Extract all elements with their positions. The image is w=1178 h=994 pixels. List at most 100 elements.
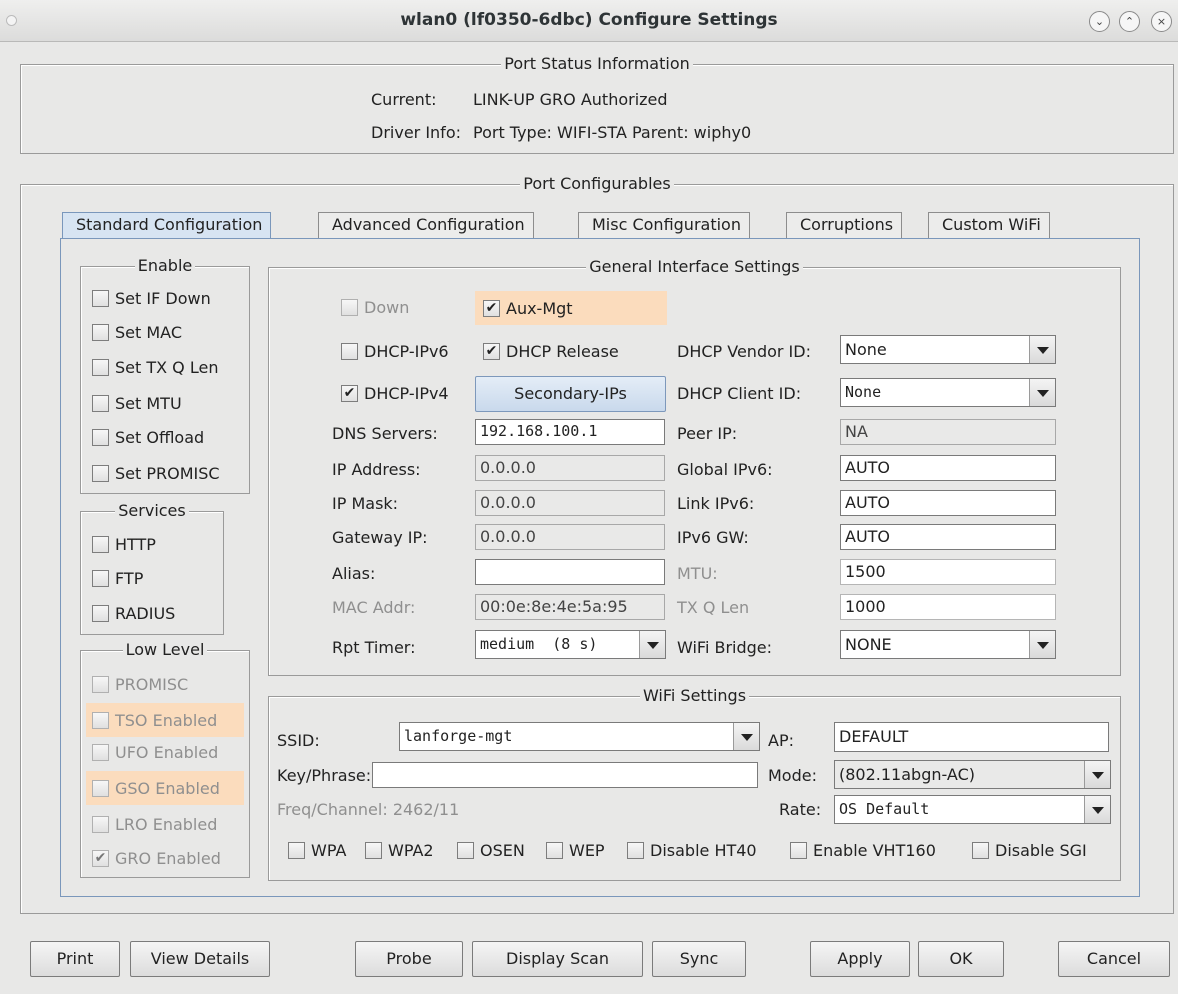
chevron-down-icon[interactable] [1084, 796, 1110, 823]
chevron-down-icon[interactable] [1029, 336, 1055, 363]
enable-vht160-checkbox[interactable]: Enable VHT160 [790, 841, 936, 860]
key-phrase-field[interactable] [372, 762, 758, 788]
wep-checkbox[interactable]: WEP [546, 841, 605, 860]
ssid-select[interactable]: lanforge-mgt [399, 722, 760, 751]
checkbox-box[interactable] [627, 842, 644, 859]
alias-field[interactable] [475, 559, 665, 585]
tab-custom-wifi[interactable]: Custom WiFi [928, 212, 1050, 239]
ssid-value: lanforge-mgt [404, 727, 513, 745]
title-bar[interactable]: wlan0 (lf0350-6dbc) Configure Settings ⌄… [0, 0, 1178, 42]
apply-button[interactable]: Apply [810, 941, 910, 977]
chevron-down-icon[interactable] [733, 723, 759, 750]
checkbox-box[interactable] [92, 429, 109, 446]
checkbox-label: GSO Enabled [115, 778, 220, 798]
set-mtu-checkbox[interactable]: Set MTU [92, 394, 182, 413]
rate-label: Rate: [779, 800, 822, 819]
secondary-ips-button[interactable]: Secondary-IPs [475, 376, 666, 412]
wpa2-checkbox[interactable]: WPA2 [365, 841, 434, 860]
checkbox-label: Set MTU [115, 394, 182, 413]
checkbox-box[interactable]: ✔ [341, 385, 358, 402]
rate-select[interactable]: OS Default [834, 795, 1111, 824]
display-scan-button[interactable]: Display Scan [472, 941, 643, 977]
ok-button[interactable]: OK [918, 941, 1004, 977]
checkbox-box[interactable] [546, 842, 563, 859]
ipv6-gw-field[interactable]: AUTO [840, 524, 1056, 550]
mode-select[interactable]: (802.11abgn-AC) [834, 760, 1111, 789]
dhcp-client-select[interactable]: None [840, 378, 1056, 407]
osen-checkbox[interactable]: OSEN [457, 841, 525, 860]
ipv6-gw-label: IPv6 GW: [677, 528, 749, 547]
checkbox-label: DHCP-IPv6 [364, 342, 449, 361]
link-ipv6-field[interactable]: AUTO [840, 490, 1056, 516]
global-ipv6-field[interactable]: AUTO [840, 455, 1056, 481]
wpa-checkbox[interactable]: WPA [288, 841, 346, 860]
window-title: wlan0 (lf0350-6dbc) Configure Settings [400, 10, 778, 30]
probe-button[interactable]: Probe [355, 941, 463, 977]
set-if-down-checkbox[interactable]: Set IF Down [92, 289, 211, 308]
radius-checkbox[interactable]: RADIUS [92, 604, 175, 623]
rpt-timer-value: medium (8 s) [480, 635, 598, 653]
set-mac-checkbox[interactable]: Set MAC [92, 323, 182, 342]
chevron-down-icon[interactable] [1029, 379, 1055, 406]
set-promisc-checkbox[interactable]: Set PROMISC [92, 464, 220, 483]
dhcp-release-checkbox[interactable]: ✔ DHCP Release [483, 342, 619, 361]
promisc-checkbox: PROMISC [92, 675, 188, 694]
gso-enabled-checkbox: GSO Enabled [86, 771, 244, 805]
tab-standard-configuration[interactable]: Standard Configuration [62, 212, 272, 240]
tab-misc-configuration[interactable]: Misc Configuration [578, 212, 750, 239]
rpt-timer-select[interactable]: medium (8 s) [475, 630, 666, 659]
dns-servers-field[interactable]: 192.168.100.1 [475, 419, 665, 445]
checkbox-box[interactable] [92, 324, 109, 341]
checkbox-box[interactable] [972, 842, 989, 859]
mtu-field[interactable]: 1500 [840, 559, 1056, 585]
wifi-bridge-select[interactable]: NONE [840, 630, 1056, 659]
checkbox-box[interactable] [341, 343, 358, 360]
tab-corruptions[interactable]: Corruptions [786, 212, 903, 239]
checkbox-box[interactable] [365, 842, 382, 859]
dhcp-ipv4-checkbox[interactable]: ✔ DHCP-IPv4 [341, 384, 449, 403]
tab-advanced-configuration[interactable]: Advanced Configuration [318, 212, 534, 239]
checkbox-box[interactable] [92, 465, 109, 482]
ftp-checkbox[interactable]: FTP [92, 569, 143, 588]
checkbox-box[interactable] [790, 842, 807, 859]
checkbox-box[interactable]: ✔ [483, 299, 500, 317]
view-details-button[interactable]: View Details [130, 941, 270, 977]
minimize-icon[interactable]: ⌄ [1089, 11, 1110, 32]
checkbox-box[interactable] [92, 536, 109, 553]
disable-ht40-checkbox[interactable]: Disable HT40 [627, 841, 757, 860]
cancel-button[interactable]: Cancel [1058, 941, 1170, 977]
dhcp-vendor-select[interactable]: None [840, 335, 1056, 364]
chevron-down-icon[interactable] [639, 631, 665, 658]
checkbox-box: ✔ [92, 850, 109, 867]
http-checkbox[interactable]: HTTP [92, 535, 156, 554]
mode-value: (802.11abgn-AC) [839, 765, 975, 784]
print-button[interactable]: Print [30, 941, 120, 977]
chevron-down-icon[interactable] [1029, 631, 1055, 658]
set-offload-checkbox[interactable]: Set Offload [92, 428, 204, 447]
ap-field[interactable]: DEFAULT [834, 722, 1109, 752]
checkbox-box[interactable] [92, 605, 109, 622]
aux-mgt-checkbox[interactable]: ✔ Aux-Mgt [475, 291, 667, 325]
chevron-down-icon[interactable] [1084, 761, 1110, 788]
checkbox-box[interactable] [92, 290, 109, 307]
checkbox-box[interactable] [92, 395, 109, 412]
rate-value: OS Default [839, 800, 930, 818]
checkbox-box[interactable] [92, 359, 109, 376]
close-icon[interactable]: × [1151, 11, 1172, 32]
sync-button[interactable]: Sync [652, 941, 746, 977]
alias-label: Alias: [332, 564, 376, 583]
checkbox-box[interactable] [92, 570, 109, 587]
checkbox-label: Set Offload [115, 428, 205, 447]
dhcp-ipv6-checkbox[interactable]: DHCP-IPv6 [341, 342, 449, 361]
mac-addr-label: MAC Addr: [332, 598, 416, 617]
checkbox-box[interactable]: ✔ [483, 343, 500, 360]
peer-ip-field: NA [840, 419, 1056, 445]
set-tx-q-len-checkbox[interactable]: Set TX Q Len [92, 358, 218, 377]
disable-sgi-checkbox[interactable]: Disable SGI [972, 841, 1087, 860]
maximize-icon[interactable]: ⌃ [1119, 11, 1140, 32]
checkbox-label: TSO Enabled [115, 710, 218, 730]
port-status-title: Port Status Information [501, 54, 693, 73]
checkbox-box[interactable] [457, 842, 474, 859]
checkbox-box[interactable] [288, 842, 305, 859]
tx-q-len-field[interactable]: 1000 [840, 594, 1056, 620]
